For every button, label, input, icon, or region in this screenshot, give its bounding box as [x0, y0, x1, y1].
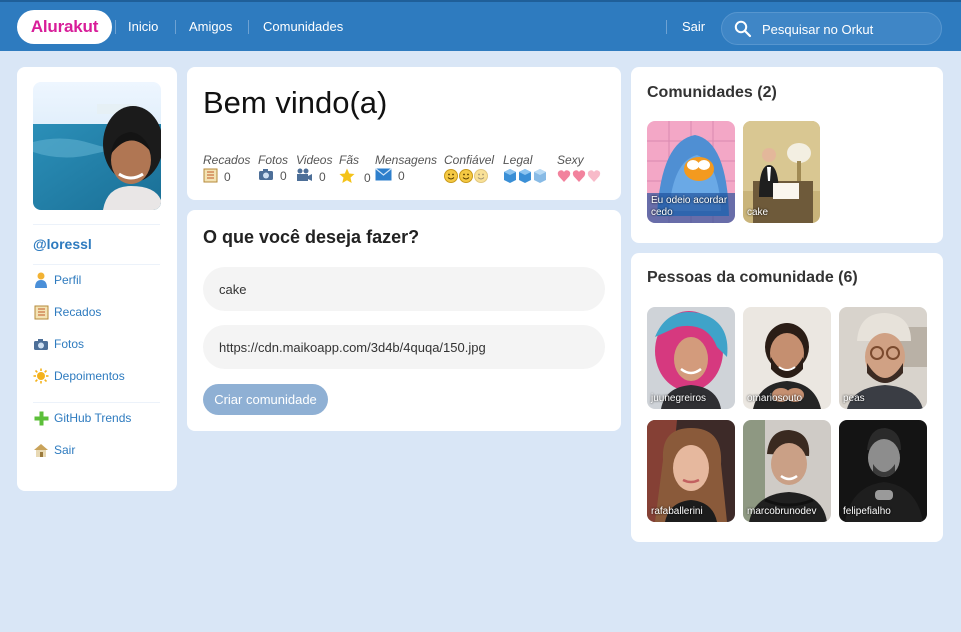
notebook-icon [33, 304, 49, 320]
search-placeholder: Pesquisar no Orkut [762, 22, 874, 37]
person-name: peas [843, 393, 865, 404]
stat-confiavel: Confiável [444, 153, 494, 184]
smiley-icon [444, 168, 494, 184]
nav-link-amigos[interactable]: Amigos [189, 19, 232, 34]
person-name: marcobrunodev [747, 506, 817, 517]
person-tile[interactable]: felipefialho [839, 420, 927, 522]
camera-icon [33, 336, 49, 352]
create-community-card: O que você deseja fazer? cake https://cd… [187, 210, 621, 431]
stat-mensagens: Mensagens 0 [375, 153, 438, 184]
sidebar-item-label: GitHub Trends [54, 411, 132, 425]
community-name: cake [747, 207, 769, 218]
create-community-button[interactable]: Criar comunidade [203, 384, 328, 415]
sidebar-item-fotos[interactable]: Fotos [33, 335, 84, 353]
person-name: juunegreiros [651, 393, 707, 404]
community-name: Eu odeio acordar cedo [651, 195, 728, 218]
alurakut-logo[interactable]: Alurakut [17, 10, 112, 44]
home-icon [33, 442, 49, 458]
sidebar-item-github-trends[interactable]: GitHub Trends [33, 409, 131, 427]
communities-title: Comunidades (2) [647, 84, 777, 101]
sidebar-item-label: Sair [54, 443, 76, 457]
stat-legal: Legal [503, 153, 549, 184]
person-tile[interactable]: peas [839, 307, 927, 409]
community-tile[interactable]: cake [743, 121, 820, 223]
page-title: Bem vindo(a) [203, 85, 388, 120]
sidebar-item-perfil[interactable]: Perfil [33, 271, 81, 289]
sidebar-item-label: Depoimentos [54, 369, 125, 383]
profile-avatar[interactable] [33, 82, 161, 210]
sidebar-item-depoimentos[interactable]: Depoimentos [33, 367, 125, 385]
divider [33, 402, 160, 403]
stat-value: 0 [224, 170, 231, 184]
plus-icon [33, 410, 49, 426]
top-navigation-bar: Alurakut Inicio Amigos Comunidades Sair … [0, 0, 961, 51]
stat-fotos: Fotos 0 [258, 153, 289, 184]
divider [33, 264, 160, 265]
divider [33, 224, 160, 225]
person-tile[interactable]: rafaballerini [647, 420, 735, 522]
notebook-icon [203, 168, 218, 186]
video-camera-icon [296, 168, 313, 185]
stat-recados: Recados 0 [203, 153, 251, 186]
nav-link-comunidades[interactable]: Comunidades [263, 19, 343, 34]
sidebar-item-label: Perfil [54, 273, 82, 287]
camera-icon [258, 168, 274, 184]
stat-fas: Fãs 0 [339, 153, 371, 187]
community-tile[interactable]: Eu odeio acordar cedo [647, 121, 735, 223]
stat-value: 0 [364, 170, 371, 185]
form-title: O que você deseja fazer? [203, 227, 420, 247]
stat-sexy: Sexy [557, 153, 603, 184]
person-tile[interactable]: marcobrunodev [743, 420, 831, 522]
nav-divider [175, 20, 176, 34]
people-title: Pessoas da comunidade (6) [647, 269, 858, 286]
profile-sidebar: @loressl Perfil Recados Fotos Depoimento… [17, 67, 177, 491]
nav-divider [115, 20, 116, 34]
person-tile[interactable]: omariosouto [743, 307, 831, 409]
user-icon [33, 272, 49, 288]
welcome-card: Bem vindo(a) Recados 0 Fotos 0 Videos 0 … [187, 67, 621, 200]
nav-link-inicio[interactable]: Inicio [128, 19, 158, 34]
person-name: felipefialho [843, 506, 891, 517]
search-input[interactable]: Pesquisar no Orkut [721, 12, 942, 45]
envelope-icon [375, 168, 392, 184]
person-name: omariosouto [747, 393, 803, 404]
community-image-url-input[interactable]: https://cdn.maikoapp.com/3d4b/4quqa/150.… [203, 325, 605, 369]
star-icon [339, 168, 355, 187]
people-box: Pessoas da comunidade (6) juunegreiros o… [631, 253, 943, 542]
sidebar-item-recados[interactable]: Recados [33, 303, 101, 321]
sidebar-item-label: Fotos [54, 337, 85, 351]
nav-divider [248, 20, 249, 34]
stat-videos: Videos 0 [296, 153, 333, 185]
heart-icon [557, 168, 603, 184]
ice-cube-icon [503, 168, 549, 184]
logout-link[interactable]: Sair [682, 19, 705, 34]
sidebar-item-label: Recados [54, 305, 102, 319]
nav-divider [666, 20, 667, 34]
stat-value: 0 [319, 169, 326, 184]
person-tile[interactable]: juunegreiros [647, 307, 735, 409]
stat-value: 0 [398, 169, 405, 183]
community-name-input[interactable]: cake [203, 267, 605, 311]
communities-box: Comunidades (2) Eu odeio acordar cedo ca… [631, 67, 943, 243]
stat-value: 0 [280, 169, 287, 183]
person-name: rafaballerini [651, 506, 703, 517]
sidebar-item-sair[interactable]: Sair [33, 441, 75, 459]
sun-icon [33, 368, 49, 384]
profile-username[interactable]: @loressl [33, 236, 92, 252]
search-icon [734, 20, 752, 38]
